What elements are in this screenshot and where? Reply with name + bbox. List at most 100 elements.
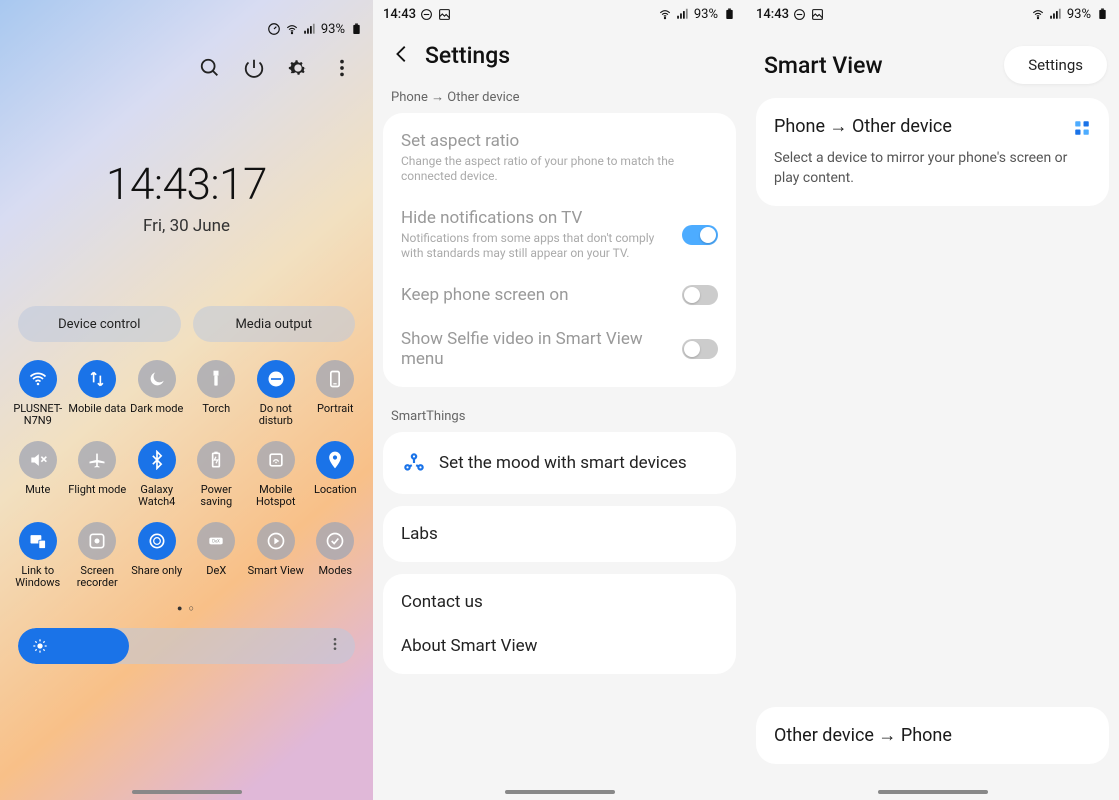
row-title: Contact us [401, 592, 483, 612]
quick-tile-dex[interactable]: DeXDeX [187, 522, 247, 593]
quick-tile-rec[interactable]: Screen recorder [68, 522, 128, 593]
image-status-icon [438, 7, 452, 21]
moon-icon [138, 360, 176, 398]
phone-to-device-card[interactable]: Phone → Other device Select a device to … [756, 98, 1109, 206]
tile-label: Location [314, 484, 357, 512]
row-title: Keep phone screen on [401, 285, 670, 305]
quick-tile-link[interactable]: Link to Windows [8, 522, 68, 593]
signal-icon [676, 7, 690, 21]
cast-icon [257, 522, 295, 560]
quick-tile-battery[interactable]: Power saving [187, 441, 247, 512]
nav-handle[interactable] [132, 790, 242, 794]
sun-icon [32, 638, 48, 654]
labs-row[interactable]: Labs [383, 512, 736, 556]
quick-tile-cast[interactable]: Smart View [246, 522, 306, 593]
quick-tile-share[interactable]: Share only [127, 522, 187, 593]
row-title: About Smart View [401, 636, 537, 656]
wifi-icon [1031, 7, 1045, 21]
hide-notifications-row[interactable]: Hide notifications on TVNotifications fr… [383, 196, 736, 273]
keep-screen-toggle[interactable] [682, 285, 718, 305]
quick-tile-dnd[interactable]: Do not disturb [246, 360, 306, 431]
nav-handle[interactable] [878, 790, 988, 794]
clock-date: Fri, 30 June [0, 216, 373, 236]
smartthings-row[interactable]: Set the mood with smart devices [383, 438, 736, 488]
smartthings-label: SmartThings [373, 399, 746, 432]
tile-label: Galaxy Watch4 [128, 484, 186, 512]
row-title: Hide notifications on TV [401, 208, 670, 228]
settings-chip[interactable]: Settings [1004, 46, 1107, 84]
back-button[interactable] [391, 43, 413, 69]
info-card: Contact us About Smart View [383, 574, 736, 674]
aspect-ratio-row[interactable]: Set aspect ratio Change the aspect ratio … [383, 119, 736, 196]
about-row[interactable]: About Smart View [383, 624, 736, 668]
labs-card: Labs [383, 506, 736, 562]
page-title: Smart View [764, 52, 994, 79]
share-icon [138, 522, 176, 560]
tile-label: Flight mode [68, 484, 126, 512]
more-icon[interactable] [331, 57, 353, 79]
battery-icon [1095, 7, 1109, 21]
row-title: Show Selfie video in Smart View menu [401, 329, 670, 369]
page-dots: ● ○ [0, 603, 373, 614]
selfie-toggle[interactable] [682, 339, 718, 359]
quick-tile-updown[interactable]: Mobile data [68, 360, 128, 431]
tile-label: Screen recorder [68, 565, 126, 593]
quick-tile-torch[interactable]: Torch [187, 360, 247, 431]
smartthings-card: Set the mood with smart devices [383, 432, 736, 494]
nav-handle[interactable] [505, 790, 615, 794]
tile-label: PLUSNET-N7N9 [9, 403, 67, 431]
settings-group-1: Set aspect ratio Change the aspect ratio … [383, 113, 736, 387]
image-status-icon [811, 7, 825, 21]
quick-tile-modes[interactable]: Modes [306, 522, 366, 593]
hide-notifications-toggle[interactable] [682, 225, 718, 245]
status-time: 14:43 [383, 7, 416, 22]
bt-icon [138, 441, 176, 479]
tile-label: Share only [131, 565, 182, 593]
tile-label: Torch [202, 403, 230, 431]
quick-tile-pin[interactable]: Location [306, 441, 366, 512]
tile-label: Power saving [187, 484, 245, 512]
brightness-more-icon[interactable] [327, 636, 343, 656]
header: Settings [373, 28, 746, 79]
tile-label: Modes [318, 565, 352, 593]
page-title: Settings [425, 42, 510, 69]
device-control-button[interactable]: Device control [18, 306, 181, 342]
status-bar: 14:43 93% [746, 0, 1119, 28]
device-to-phone-card[interactable]: Other device → Phone [756, 707, 1109, 764]
battery-text: 93% [694, 7, 718, 22]
speed-icon [267, 22, 281, 36]
quick-tile-plane[interactable]: Flight mode [68, 441, 128, 512]
battery-icon [722, 7, 736, 21]
power-icon[interactable] [243, 57, 265, 79]
quick-tile-mute[interactable]: Mute [8, 441, 68, 512]
svg-text:DeX: DeX [212, 540, 220, 545]
torch-icon [197, 360, 235, 398]
breadcrumb: Phone → Other device [373, 79, 746, 113]
row-sub: Change the aspect ratio of your phone to… [401, 154, 718, 184]
brightness-slider[interactable] [18, 628, 355, 664]
row-title: Set aspect ratio [401, 131, 718, 151]
tile-label: Smart View [248, 565, 304, 593]
wifi-icon [285, 22, 299, 36]
signal-icon [1049, 7, 1063, 21]
battery-icon [197, 441, 235, 479]
gear-icon[interactable] [287, 57, 309, 79]
quick-tile-hotspot[interactable]: Mobile Hotspot [246, 441, 306, 512]
quick-tile-wifi[interactable]: PLUSNET-N7N9 [8, 360, 68, 431]
clock-block: 14:43:17 Fri, 30 June [0, 158, 373, 236]
status-bar: 14:43 93% [373, 0, 746, 28]
quick-tile-portrait[interactable]: Portrait [306, 360, 366, 431]
media-output-button[interactable]: Media output [193, 306, 356, 342]
dex-icon: DeX [197, 522, 235, 560]
modes-icon [316, 522, 354, 560]
grid-icon [1073, 119, 1091, 137]
search-icon[interactable] [199, 57, 221, 79]
battery-text: 93% [321, 22, 345, 37]
selfie-row[interactable]: Show Selfie video in Smart View menu [383, 317, 736, 381]
quick-tile-bt[interactable]: Galaxy Watch4 [127, 441, 187, 512]
quick-tile-moon[interactable]: Dark mode [127, 360, 187, 431]
rec-icon [78, 522, 116, 560]
updown-icon [78, 360, 116, 398]
contact-row[interactable]: Contact us [383, 580, 736, 624]
keep-screen-row[interactable]: Keep phone screen on [383, 273, 736, 317]
